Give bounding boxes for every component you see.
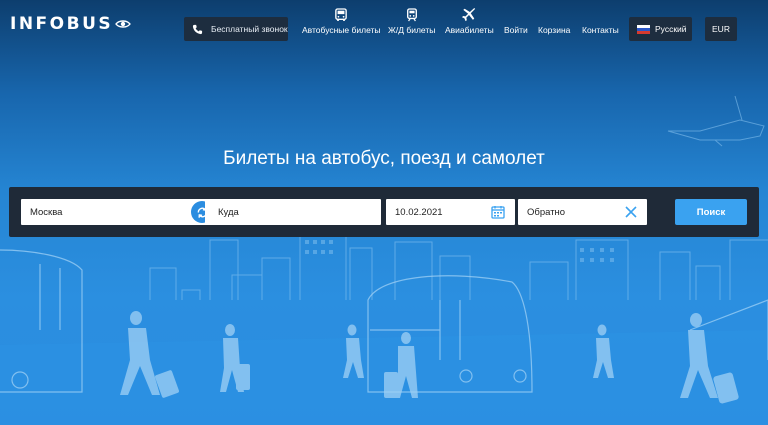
nav-bus-label: Автобусные билеты — [302, 25, 381, 35]
plane-icon — [462, 8, 476, 22]
nav-login[interactable]: Войти — [504, 25, 528, 35]
infobus-logo[interactable]: INFOBUS — [10, 14, 132, 34]
eye-icon — [115, 20, 132, 28]
search-panel: Москва Куда 10.02.2021 Обратно Поиск — [9, 187, 759, 237]
to-city-input[interactable]: Куда — [205, 199, 381, 225]
nav-train-tickets[interactable]: Ж/Д билеты — [388, 8, 435, 35]
nav-air-tickets[interactable]: Авиабилеты — [445, 8, 494, 35]
to-city-placeholder: Куда — [218, 206, 239, 218]
nav-contacts[interactable]: Контакты — [582, 25, 619, 35]
close-icon[interactable] — [625, 206, 637, 218]
departure-date-value: 10.02.2021 — [395, 206, 443, 218]
free-call-button[interactable]: Бесплатный звонок — [184, 17, 288, 41]
from-city-value: Москва — [30, 206, 63, 218]
search-button[interactable]: Поиск — [675, 199, 747, 225]
calendar-icon — [491, 206, 505, 219]
top-navigation: INFOBUS Бесплатный звонок Автобусные бил… — [0, 0, 768, 56]
language-selector[interactable]: Русский — [629, 17, 692, 41]
nav-train-label: Ж/Д билеты — [388, 25, 436, 35]
bus-icon — [335, 8, 348, 21]
search-button-label: Поиск — [696, 206, 726, 218]
train-icon — [406, 8, 417, 22]
return-date-input[interactable]: Обратно — [518, 199, 647, 225]
russia-flag-icon — [637, 24, 650, 34]
logo-text: INFOBUS — [10, 14, 114, 34]
free-call-label: Бесплатный звонок — [211, 24, 288, 34]
from-city-input[interactable]: Москва — [21, 199, 209, 225]
nav-bus-tickets[interactable]: Автобусные билеты — [302, 8, 381, 35]
phone-icon — [192, 24, 203, 34]
hero-headline: Билеты на автобус, поезд и самолет — [223, 148, 545, 169]
nav-air-label: Авиабилеты — [445, 25, 494, 35]
currency-label: EUR — [712, 24, 730, 34]
nav-cart[interactable]: Корзина — [538, 25, 570, 35]
currency-selector[interactable]: EUR — [705, 17, 737, 41]
departure-date-input[interactable]: 10.02.2021 — [386, 199, 515, 225]
language-label: Русский — [655, 24, 687, 34]
return-date-placeholder: Обратно — [527, 206, 566, 218]
